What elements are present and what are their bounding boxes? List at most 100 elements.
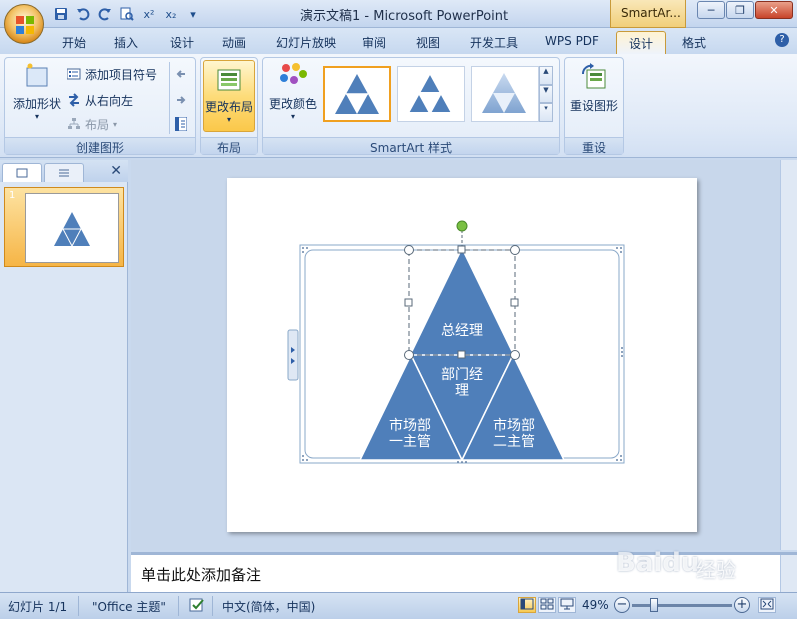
tab-slide-show[interactable]: 幻灯片放映 [266,31,346,54]
gallery-scroll-up-button[interactable]: ▲ [539,66,553,85]
vertical-scrollbar[interactable] [780,160,797,550]
ribbon: 添加形状 ▾ 添加项目符号 从右向左 布局 ▾ 创建图形 更改布局 ▾ 布局 更… [0,54,797,158]
gallery-more-button[interactable]: ▾ [539,103,553,123]
slide-thumbnail[interactable] [25,193,119,263]
arrow-left-icon [176,70,185,78]
tab-insert[interactable]: 插入 [104,31,148,54]
subscript-icon[interactable]: x₂ [162,5,180,23]
slide-show-icon [560,598,574,610]
notes-placeholder[interactable]: 单击此处添加备注 [141,564,261,585]
tab-design[interactable]: 设计 [160,31,204,54]
pyramid-bottom-right-label-line1: 市场部 [493,417,535,434]
reset-group-label: 重设 [565,137,623,155]
reset-graphic-label: 重设图形 [569,99,618,113]
outline-icon [59,169,69,177]
pyramid-top-label: 总经理 [441,323,483,339]
fit-to-window-button[interactable] [758,597,776,613]
ribbon-tab-bar: 开始 插入 设计 动画 幻灯片放映 审阅 视图 开发工具 WPS PDF 设计 … [0,28,797,54]
close-panel-icon[interactable]: ✕ [110,163,122,179]
normal-view-button[interactable] [518,597,536,613]
style-thumbnail-white-outline[interactable] [397,66,465,122]
outline-tab[interactable] [44,163,84,182]
gallery-scroll-down-button[interactable]: ▼ [539,84,553,104]
text-pane-icon [175,117,187,131]
panel-tabs: ✕ [0,160,128,182]
change-layout-button[interactable]: 更改布局 ▾ [203,60,255,132]
tab-developer[interactable]: 开发工具 [458,31,530,54]
pyramid-style-icon [335,74,379,114]
zoom-percentage[interactable]: 49% [582,598,609,612]
normal-view-icon [520,598,534,610]
text-pane-toggle[interactable] [287,329,299,381]
rotation-handle[interactable] [456,220,468,232]
style-thumbnail-subtle-effect[interactable] [471,66,539,122]
pyramid-top-shape[interactable] [411,250,513,355]
zoom-out-button[interactable]: − [614,597,630,613]
layout-dropdown-button[interactable]: 布局 ▾ [67,114,117,134]
add-shape-button[interactable]: 添加形状 ▾ [9,62,65,121]
reset-graphic-button[interactable]: 重设图形 [567,62,621,114]
change-colors-button[interactable]: 更改颜色 ▾ [265,62,321,121]
change-layout-label: 更改布局 [204,100,253,114]
slide-thumbnail-selected[interactable]: 1 [4,187,124,267]
undo-icon[interactable] [74,5,92,23]
minimize-button[interactable]: ─ [697,1,725,19]
gallery-scrollbar: ▲ ▼ ▾ [539,66,553,123]
right-to-left-button[interactable]: 从右向左 [67,90,133,110]
notes-scrollbar[interactable] [780,555,797,592]
change-colors-label: 更改颜色 [268,97,317,111]
notes-pane[interactable]: 单击此处添加备注 [131,552,797,592]
pyramid-middle-label-line1: 部门经 [441,367,483,383]
zoom-in-button[interactable]: + [734,597,750,613]
add-shape-icon [26,63,48,87]
tab-review[interactable]: 审阅 [352,31,396,54]
save-icon[interactable] [52,5,70,23]
language-indicator[interactable]: 中文(简体，中国) [222,598,315,615]
create-graphic-group-label: 创建图形 [5,137,195,155]
slides-panel: ✕ 1 [0,160,128,592]
slide-canvas[interactable]: 总经理 部门经 理 市场部 一主管 市场部 二主管 [227,178,697,532]
tab-format[interactable]: 格式 [672,31,716,54]
pyramid-middle-label-line2: 理 [455,383,469,399]
pyramid-style-icon [482,73,526,113]
change-layout-icon [217,69,241,91]
spell-check-icon[interactable] [188,596,208,617]
promote-button[interactable] [175,64,187,84]
restore-button[interactable]: ❐ [726,1,754,19]
divider [212,596,213,616]
customize-qat-icon[interactable]: ▾ [184,5,202,23]
tab-view[interactable]: 视图 [406,31,450,54]
text-pane-button[interactable] [175,114,187,134]
smartart-tools-context-title: SmartAr... [610,0,686,28]
divider [178,596,179,616]
slide-editing-area: 总经理 部门经 理 市场部 一主管 市场部 二主管 [131,160,797,550]
slide-sorter-view-button[interactable] [538,597,556,613]
slide-sorter-icon [540,598,554,610]
right-to-left-label: 从右向左 [85,93,134,108]
slide-show-view-button[interactable] [558,597,576,613]
add-bullet-button[interactable]: 添加项目符号 [67,64,157,84]
status-bar: 幻灯片 1/1 "Office 主题" 中文(简体，中国) 49% − + [0,592,797,619]
print-preview-icon[interactable] [118,5,136,23]
tab-smartart-design[interactable]: 设计 [616,31,666,54]
smartart-graphic[interactable]: 总经理 部门经 理 市场部 一主管 市场部 二主管 [227,178,697,532]
zoom-slider-knob[interactable] [649,598,658,612]
org-layout-icon [68,118,80,129]
help-icon[interactable]: ? [775,33,789,47]
tab-animations[interactable]: 动画 [212,31,256,54]
tab-wps-pdf[interactable]: WPS PDF [536,31,608,54]
theme-name[interactable]: "Office 主题" [92,598,166,615]
close-button[interactable]: ✕ [755,1,793,19]
divider [169,62,170,134]
superscript-icon[interactable]: x² [140,5,158,23]
office-button[interactable] [4,4,44,44]
divider [78,596,79,616]
demote-button[interactable] [175,90,187,110]
slides-tab[interactable] [2,163,42,182]
tab-home[interactable]: 开始 [52,31,96,54]
layout-label: 布局 [85,117,110,132]
right-to-left-icon [69,93,79,107]
redo-icon[interactable] [96,5,114,23]
style-thumbnail-simple-fill[interactable] [323,66,391,122]
zoom-slider[interactable] [632,598,732,612]
